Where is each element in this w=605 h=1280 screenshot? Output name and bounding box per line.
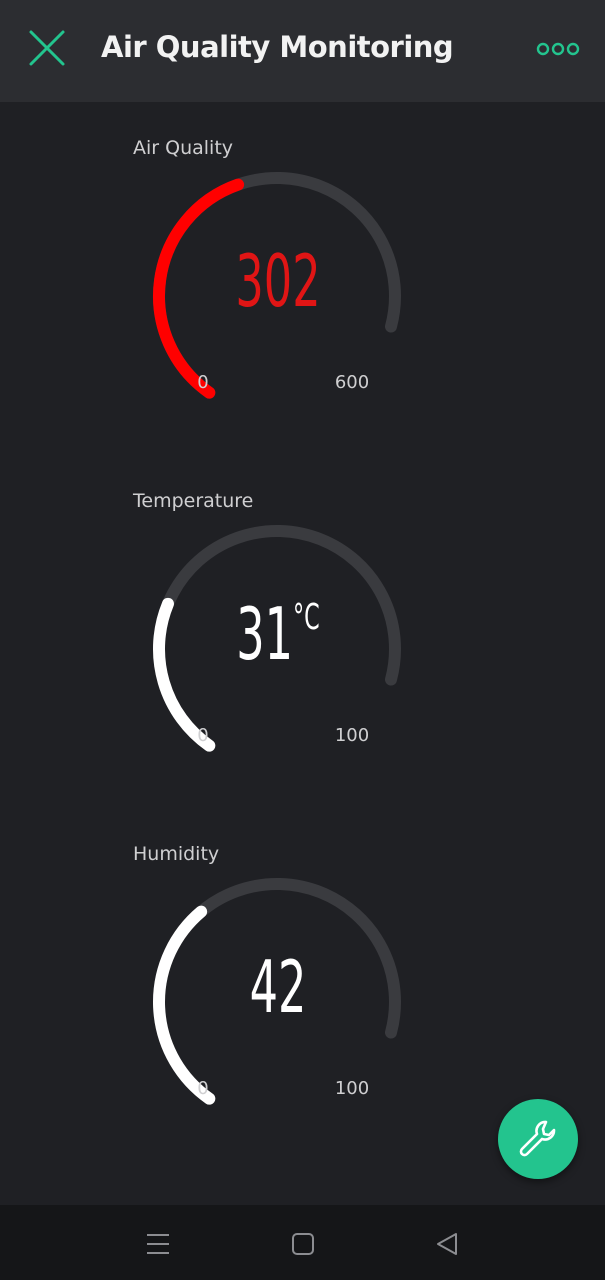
gauge-min-label: 0 (197, 725, 209, 746)
gauge-value-number: 31 (236, 592, 294, 676)
gauge-value: 42 (185, 947, 371, 1027)
close-icon[interactable] (22, 26, 72, 72)
gauge-widget-temperature: Temperature 31°C 0 100 (0, 490, 605, 790)
gauge-unit: °C (293, 597, 320, 638)
home-square-icon[interactable] (286, 1227, 320, 1261)
gauge-value: 302 (185, 241, 371, 321)
gauge-min-label: 0 (197, 372, 209, 393)
more-options-icon[interactable] (533, 38, 583, 60)
gauge-max-label: 100 (334, 1078, 370, 1099)
gauge-max-label: 600 (334, 372, 370, 393)
gauge-value-number: 302 (235, 239, 321, 323)
gauge-value: 31°C (185, 594, 371, 674)
app-bar: Air Quality Monitoring (0, 0, 605, 102)
settings-fab-button[interactable] (498, 1099, 578, 1179)
gauge-max-label: 100 (334, 725, 370, 746)
gauge-widget-humidity: Humidity 42 0 100 (0, 843, 605, 1143)
menu-icon[interactable] (141, 1227, 175, 1261)
gauge-widget-air-quality: Air Quality 302 0 600 (0, 137, 605, 437)
gauge-min-label: 0 (197, 1078, 209, 1099)
page-title: Air Quality Monitoring (101, 30, 454, 64)
wrench-icon (519, 1120, 556, 1157)
gauge-value-number: 42 (249, 945, 307, 1029)
system-navigation-bar (0, 1205, 605, 1280)
back-triangle-icon[interactable] (430, 1227, 464, 1261)
